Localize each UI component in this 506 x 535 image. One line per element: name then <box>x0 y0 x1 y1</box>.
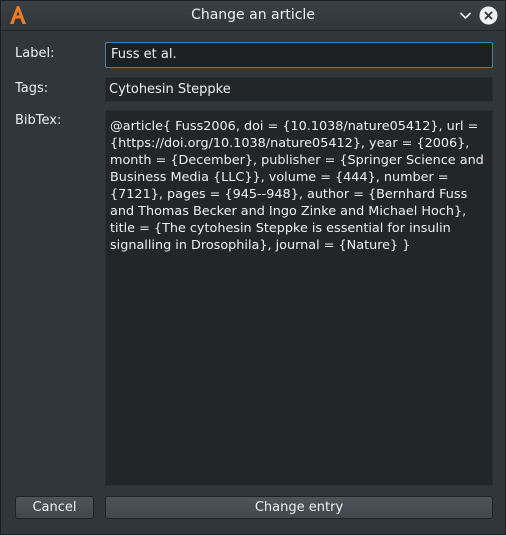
bibtex-textarea[interactable]: @article{ Fuss2006, doi = {10.1038/natur… <box>105 110 493 486</box>
bibtex-caption: BibTex: <box>15 113 62 128</box>
titlebar: Change an article <box>1 1 505 31</box>
tags-caption: Tags: <box>15 81 49 96</box>
label-input[interactable]: Fuss et al. <box>105 42 493 68</box>
window-title: Change an article <box>191 7 315 23</box>
change-entry-button[interactable]: Change entry <box>105 496 493 519</box>
tags-input[interactable]: Cytohesin Steppke <box>105 77 493 102</box>
dialog-window: Change an article Label: Fuss et al. Tag… <box>0 0 506 535</box>
cancel-button[interactable]: Cancel <box>15 496 94 519</box>
label-caption: Label: <box>15 46 55 61</box>
chevron-down-icon[interactable] <box>456 6 475 25</box>
close-icon[interactable] <box>479 6 498 25</box>
